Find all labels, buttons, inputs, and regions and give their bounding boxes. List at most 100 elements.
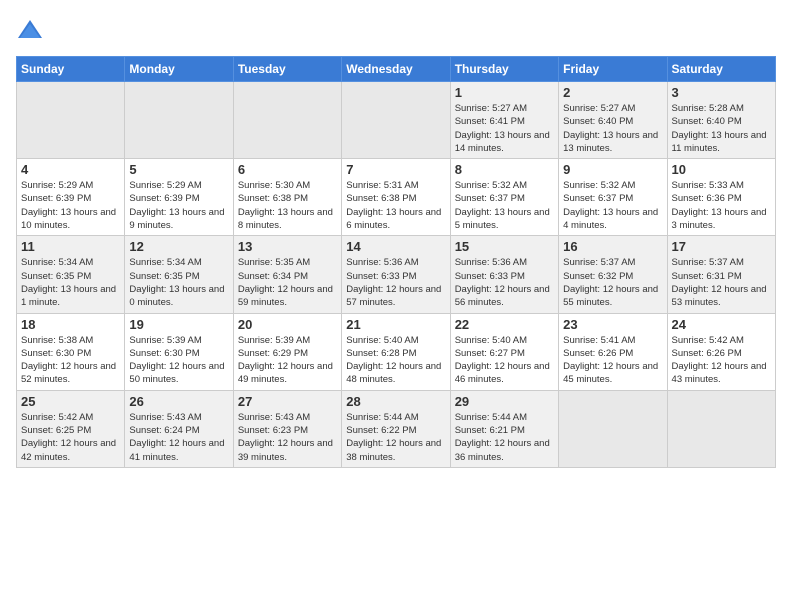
calendar-cell bbox=[559, 390, 667, 467]
day-info: Sunrise: 5:42 AM Sunset: 6:25 PM Dayligh… bbox=[21, 411, 120, 464]
calendar-cell bbox=[125, 82, 233, 159]
calendar-cell: 27 Sunrise: 5:43 AM Sunset: 6:23 PM Dayli… bbox=[233, 390, 341, 467]
day-number: 8 bbox=[455, 162, 554, 177]
calendar-table: SundayMondayTuesdayWednesdayThursdayFrid… bbox=[16, 56, 776, 468]
calendar-cell: 6Sunrise: 5:30 AM Sunset: 6:38 PM Daylig… bbox=[233, 159, 341, 236]
calendar-cell: 15 Sunrise: 5:36 AM Sunset: 6:33 PM Dayli… bbox=[450, 236, 558, 313]
calendar-cell: 4 Sunrise: 5:29 AM Sunset: 6:39 PM Daylig… bbox=[17, 159, 125, 236]
day-info: Sunrise: 5:40 AM Sunset: 6:28 PM Dayligh… bbox=[346, 334, 445, 387]
day-number: 6 bbox=[238, 162, 337, 177]
calendar-cell bbox=[342, 82, 450, 159]
day-number: 18 bbox=[21, 317, 120, 332]
calendar-cell: 26 Sunrise: 5:43 AM Sunset: 6:24 PM Dayli… bbox=[125, 390, 233, 467]
calendar-cell: 25 Sunrise: 5:42 AM Sunset: 6:25 PM Dayli… bbox=[17, 390, 125, 467]
calendar-cell bbox=[233, 82, 341, 159]
day-info: Sunrise: 5:27 AM Sunset: 6:40 PM Dayligh… bbox=[563, 102, 662, 155]
calendar-cell: 22 Sunrise: 5:40 AM Sunset: 6:27 PM Dayli… bbox=[450, 313, 558, 390]
day-number: 22 bbox=[455, 317, 554, 332]
day-number: 26 bbox=[129, 394, 228, 409]
calendar-header-row: SundayMondayTuesdayWednesdayThursdayFrid… bbox=[17, 57, 776, 82]
day-header-wednesday: Wednesday bbox=[342, 57, 450, 82]
day-info: Sunrise: 5:32 AM Sunset: 6:37 PM Dayligh… bbox=[563, 179, 662, 232]
day-info: Sunrise: 5:35 AM Sunset: 6:34 PM Dayligh… bbox=[238, 256, 337, 309]
calendar-cell bbox=[667, 390, 775, 467]
calendar-cell: 1 Sunrise: 5:27 AM Sunset: 6:41 PM Daylig… bbox=[450, 82, 558, 159]
day-info: Sunrise: 5:39 AM Sunset: 6:30 PM Dayligh… bbox=[129, 334, 228, 387]
day-number: 4 bbox=[21, 162, 120, 177]
calendar-cell: 20 Sunrise: 5:39 AM Sunset: 6:29 PM Dayli… bbox=[233, 313, 341, 390]
day-header-saturday: Saturday bbox=[667, 57, 775, 82]
day-header-thursday: Thursday bbox=[450, 57, 558, 82]
day-info: Sunrise: 5:43 AM Sunset: 6:24 PM Dayligh… bbox=[129, 411, 228, 464]
page-header bbox=[16, 16, 776, 44]
day-number: 16 bbox=[563, 239, 662, 254]
day-number: 17 bbox=[672, 239, 771, 254]
calendar-cell: 10 Sunrise: 5:33 AM Sunset: 6:36 PM Dayli… bbox=[667, 159, 775, 236]
day-info: Sunrise: 5:43 AM Sunset: 6:23 PM Dayligh… bbox=[238, 411, 337, 464]
calendar-cell: 23 Sunrise: 5:41 AM Sunset: 6:26 PM Dayli… bbox=[559, 313, 667, 390]
calendar-cell: 2Sunrise: 5:27 AM Sunset: 6:40 PM Daylig… bbox=[559, 82, 667, 159]
day-number: 1 bbox=[455, 85, 554, 100]
day-info: Sunrise: 5:38 AM Sunset: 6:30 PM Dayligh… bbox=[21, 334, 120, 387]
day-info: Sunrise: 5:28 AM Sunset: 6:40 PM Dayligh… bbox=[672, 102, 771, 155]
calendar-cell: 14Sunrise: 5:36 AM Sunset: 6:33 PM Dayli… bbox=[342, 236, 450, 313]
day-number: 15 bbox=[455, 239, 554, 254]
day-number: 28 bbox=[346, 394, 445, 409]
day-number: 5 bbox=[129, 162, 228, 177]
day-info: Sunrise: 5:32 AM Sunset: 6:37 PM Dayligh… bbox=[455, 179, 554, 232]
day-info: Sunrise: 5:34 AM Sunset: 6:35 PM Dayligh… bbox=[21, 256, 120, 309]
day-number: 21 bbox=[346, 317, 445, 332]
day-number: 9 bbox=[563, 162, 662, 177]
logo bbox=[16, 16, 48, 44]
calendar-week-row: 1 Sunrise: 5:27 AM Sunset: 6:41 PM Daylig… bbox=[17, 82, 776, 159]
day-number: 20 bbox=[238, 317, 337, 332]
day-info: Sunrise: 5:33 AM Sunset: 6:36 PM Dayligh… bbox=[672, 179, 771, 232]
day-info: Sunrise: 5:40 AM Sunset: 6:27 PM Dayligh… bbox=[455, 334, 554, 387]
calendar-cell: 24 Sunrise: 5:42 AM Sunset: 6:26 PM Dayli… bbox=[667, 313, 775, 390]
day-number: 29 bbox=[455, 394, 554, 409]
calendar-cell: 19 Sunrise: 5:39 AM Sunset: 6:30 PM Dayli… bbox=[125, 313, 233, 390]
day-number: 19 bbox=[129, 317, 228, 332]
day-number: 14 bbox=[346, 239, 445, 254]
day-header-sunday: Sunday bbox=[17, 57, 125, 82]
day-info: Sunrise: 5:42 AM Sunset: 6:26 PM Dayligh… bbox=[672, 334, 771, 387]
calendar-week-row: 11 Sunrise: 5:34 AM Sunset: 6:35 PM Dayli… bbox=[17, 236, 776, 313]
day-number: 13 bbox=[238, 239, 337, 254]
day-header-monday: Monday bbox=[125, 57, 233, 82]
day-info: Sunrise: 5:41 AM Sunset: 6:26 PM Dayligh… bbox=[563, 334, 662, 387]
day-number: 23 bbox=[563, 317, 662, 332]
calendar-cell bbox=[17, 82, 125, 159]
day-number: 11 bbox=[21, 239, 120, 254]
calendar-cell: 5 Sunrise: 5:29 AM Sunset: 6:39 PM Daylig… bbox=[125, 159, 233, 236]
day-info: Sunrise: 5:44 AM Sunset: 6:21 PM Dayligh… bbox=[455, 411, 554, 464]
calendar-week-row: 4 Sunrise: 5:29 AM Sunset: 6:39 PM Daylig… bbox=[17, 159, 776, 236]
calendar-cell: 3 Sunrise: 5:28 AM Sunset: 6:40 PM Daylig… bbox=[667, 82, 775, 159]
calendar-cell: 7Sunrise: 5:31 AM Sunset: 6:38 PM Daylig… bbox=[342, 159, 450, 236]
day-number: 10 bbox=[672, 162, 771, 177]
calendar-cell: 18 Sunrise: 5:38 AM Sunset: 6:30 PM Dayli… bbox=[17, 313, 125, 390]
logo-icon bbox=[16, 16, 44, 44]
day-number: 27 bbox=[238, 394, 337, 409]
day-info: Sunrise: 5:34 AM Sunset: 6:35 PM Dayligh… bbox=[129, 256, 228, 309]
day-info: Sunrise: 5:27 AM Sunset: 6:41 PM Dayligh… bbox=[455, 102, 554, 155]
day-number: 3 bbox=[672, 85, 771, 100]
calendar-week-row: 18 Sunrise: 5:38 AM Sunset: 6:30 PM Dayli… bbox=[17, 313, 776, 390]
day-number: 24 bbox=[672, 317, 771, 332]
day-info: Sunrise: 5:37 AM Sunset: 6:32 PM Dayligh… bbox=[563, 256, 662, 309]
day-info: Sunrise: 5:31 AM Sunset: 6:38 PM Dayligh… bbox=[346, 179, 445, 232]
calendar-cell: 11 Sunrise: 5:34 AM Sunset: 6:35 PM Dayli… bbox=[17, 236, 125, 313]
day-number: 25 bbox=[21, 394, 120, 409]
calendar-cell: 12 Sunrise: 5:34 AM Sunset: 6:35 PM Dayli… bbox=[125, 236, 233, 313]
day-info: Sunrise: 5:44 AM Sunset: 6:22 PM Dayligh… bbox=[346, 411, 445, 464]
calendar-week-row: 25 Sunrise: 5:42 AM Sunset: 6:25 PM Dayli… bbox=[17, 390, 776, 467]
calendar-cell: 21 Sunrise: 5:40 AM Sunset: 6:28 PM Dayli… bbox=[342, 313, 450, 390]
day-header-tuesday: Tuesday bbox=[233, 57, 341, 82]
day-info: Sunrise: 5:36 AM Sunset: 6:33 PM Dayligh… bbox=[455, 256, 554, 309]
day-info: Sunrise: 5:29 AM Sunset: 6:39 PM Dayligh… bbox=[129, 179, 228, 232]
day-info: Sunrise: 5:39 AM Sunset: 6:29 PM Dayligh… bbox=[238, 334, 337, 387]
day-info: Sunrise: 5:29 AM Sunset: 6:39 PM Dayligh… bbox=[21, 179, 120, 232]
day-number: 12 bbox=[129, 239, 228, 254]
day-header-friday: Friday bbox=[559, 57, 667, 82]
calendar-cell: 29 Sunrise: 5:44 AM Sunset: 6:21 PM Dayli… bbox=[450, 390, 558, 467]
calendar-cell: 13 Sunrise: 5:35 AM Sunset: 6:34 PM Dayli… bbox=[233, 236, 341, 313]
